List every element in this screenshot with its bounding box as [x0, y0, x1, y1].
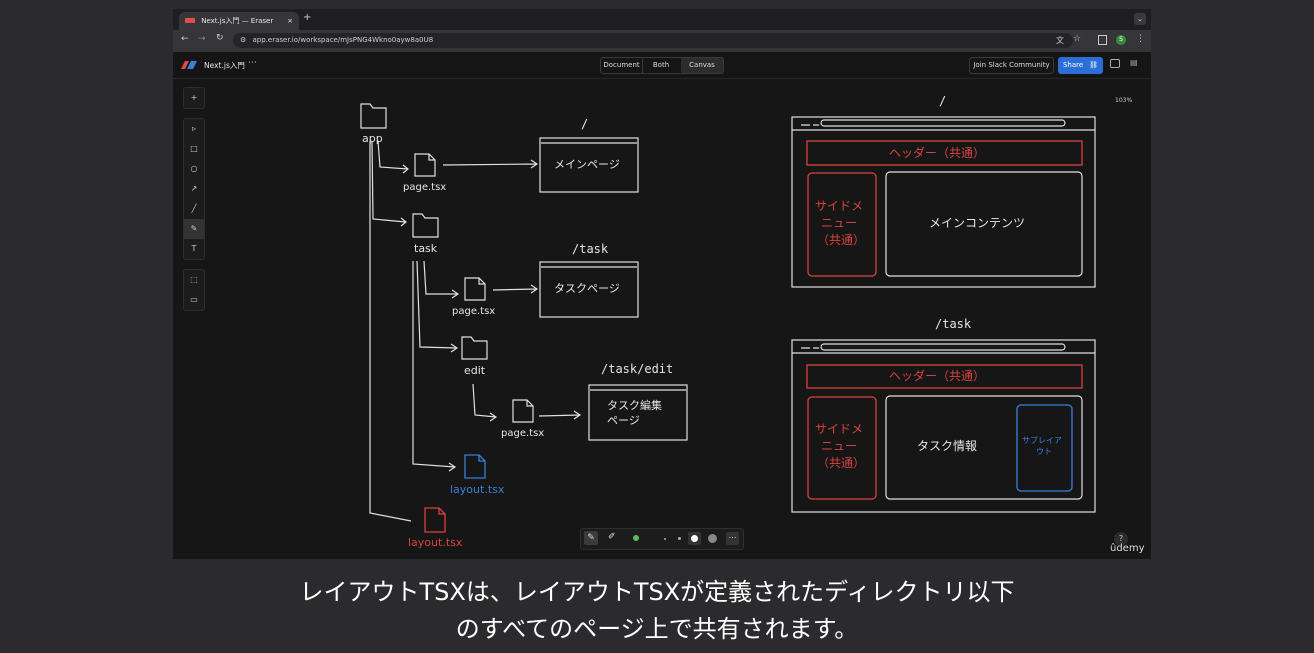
caption-line-2: のすべてのページ上で共有されます。: [455, 615, 859, 643]
pen-icon[interactable]: ✎: [584, 531, 598, 545]
route-main-label: /: [581, 117, 589, 131]
udemy-watermark: ûdemy: [1110, 543, 1145, 554]
diagram-colored-strokes: [424, 140, 1083, 533]
route-edit-label: /task/edit: [601, 362, 674, 376]
eraser-logo-icon: [181, 61, 197, 69]
document-title[interactable]: Next.js入門: [204, 60, 245, 71]
ellipsis-icon[interactable]: ⋯: [248, 58, 257, 68]
color-swatch[interactable]: [633, 535, 639, 541]
eraser-favicon-icon: [185, 18, 195, 23]
stroke-size-l[interactable]: [708, 534, 717, 543]
wireframe-root-route: /: [939, 94, 947, 108]
tab-document[interactable]: Document: [600, 57, 643, 74]
layout-file-icon: [464, 454, 486, 479]
folder-edit-label: edit: [464, 364, 486, 377]
outline-icon[interactable]: ▤: [1130, 58, 1138, 67]
canvas-area[interactable]: + ▹ □ ○ ↗ ╱ ✎ T ⬚ ▭ 103% app page.tsx / …: [173, 79, 1151, 559]
url-field[interactable]: ⚙ app.eraser.io/workspace/mJsPNG4Wkno0ay…: [233, 33, 1073, 48]
layout-app-label: layout.tsx: [408, 536, 463, 549]
task-page-label: タスクページ: [554, 282, 620, 295]
address-bar: ← → ↻ ⚙ app.eraser.io/workspace/mJsPNG4W…: [173, 30, 1151, 52]
tab-bar: Next.js入門 — Eraser × + ⌄: [173, 9, 1151, 30]
wireframe-root-sidebar-2: ニュー: [821, 216, 858, 230]
file-page-task-label: page.tsx: [452, 306, 496, 317]
url-text: app.eraser.io/workspace/mJsPNG4Wkno0ayw8…: [252, 36, 434, 44]
more-options-icon[interactable]: ⋯: [726, 532, 739, 545]
chevron-down-icon[interactable]: ⌄: [1134, 13, 1146, 25]
folder-task-label: task: [414, 242, 438, 255]
layout-file-icon: [424, 507, 446, 533]
back-icon[interactable]: ←: [181, 34, 189, 44]
reload-icon[interactable]: ↻: [216, 33, 224, 43]
highlighter-icon[interactable]: ✐: [608, 532, 616, 542]
wireframe-task-sidebar-2: ニュー: [821, 439, 858, 453]
wireframe-root-sidebar-1: サイドメ: [815, 199, 864, 213]
wireframe-root-header: ヘッダー（共通）: [889, 146, 986, 160]
forward-icon[interactable]: →: [198, 34, 206, 44]
new-tab-icon[interactable]: +: [303, 12, 311, 23]
caption-line-1: レイアウトTSXは、レイアウトTSXが定義されたディレクトリ以下: [299, 578, 1015, 606]
wireframe-task-main: タスク情報: [917, 439, 978, 453]
folder-app-label: app: [362, 132, 383, 145]
file-page-main-label: page.tsx: [403, 182, 447, 193]
join-slack-button[interactable]: Join Slack Community: [969, 57, 1054, 74]
sidepanel-icon[interactable]: [1098, 35, 1107, 45]
stroke-size-s[interactable]: [678, 537, 681, 540]
edit-page-line2: ページ: [607, 414, 640, 427]
share-label: Share: [1062, 61, 1084, 69]
wireframe-sub-layout-1: サブレイア: [1022, 436, 1062, 445]
wireframe-task-route: /task: [935, 317, 972, 331]
browser-tab[interactable]: Next.js入門 — Eraser ×: [179, 12, 299, 30]
tab-title: Next.js入門 — Eraser: [201, 17, 274, 25]
wireframe-task-sidebar-3: （共通）: [817, 456, 866, 470]
layout-task-label: layout.tsx: [450, 483, 505, 496]
wireframe-root-sidebar-3: （共通）: [817, 233, 866, 247]
app-header: Next.js入門 ⋯ Document Both Canvas Join Sl…: [173, 52, 1151, 79]
main-page-label: メインページ: [554, 158, 620, 171]
wireframe-root-main: メインコンテンツ: [929, 216, 1026, 230]
wireframe-sub-layout-2: ウト: [1036, 447, 1052, 456]
star-icon[interactable]: ☆: [1073, 34, 1081, 44]
tab-both[interactable]: Both: [641, 57, 682, 74]
menu-icon[interactable]: ⋮: [1136, 34, 1145, 44]
edit-page-line1: タスク編集: [607, 399, 662, 412]
close-icon[interactable]: ×: [287, 12, 293, 30]
comment-icon[interactable]: [1110, 59, 1120, 68]
tab-canvas[interactable]: Canvas: [681, 57, 724, 74]
wireframe-task-sidebar-1: サイドメ: [815, 422, 864, 436]
link-icon: ⛓: [1089, 61, 1099, 69]
site-info-icon[interactable]: ⚙: [240, 36, 246, 44]
translate-icon[interactable]: 文: [1056, 35, 1064, 46]
profile-avatar[interactable]: S: [1116, 35, 1126, 45]
browser-window: Next.js入門 — Eraser × + ⌄ ← → ↻ ⚙ app.era…: [173, 9, 1151, 559]
pen-options-toolbar: ✎ ✐ ⋯: [580, 528, 744, 550]
share-button[interactable]: Share ⛓: [1058, 57, 1103, 74]
file-page-edit-label: page.tsx: [501, 428, 545, 439]
stroke-size-xs[interactable]: [664, 538, 666, 540]
wireframe-task-header: ヘッダー（共通）: [889, 369, 986, 383]
stroke-size-m[interactable]: [688, 532, 701, 545]
route-task-label: /task: [572, 242, 609, 256]
